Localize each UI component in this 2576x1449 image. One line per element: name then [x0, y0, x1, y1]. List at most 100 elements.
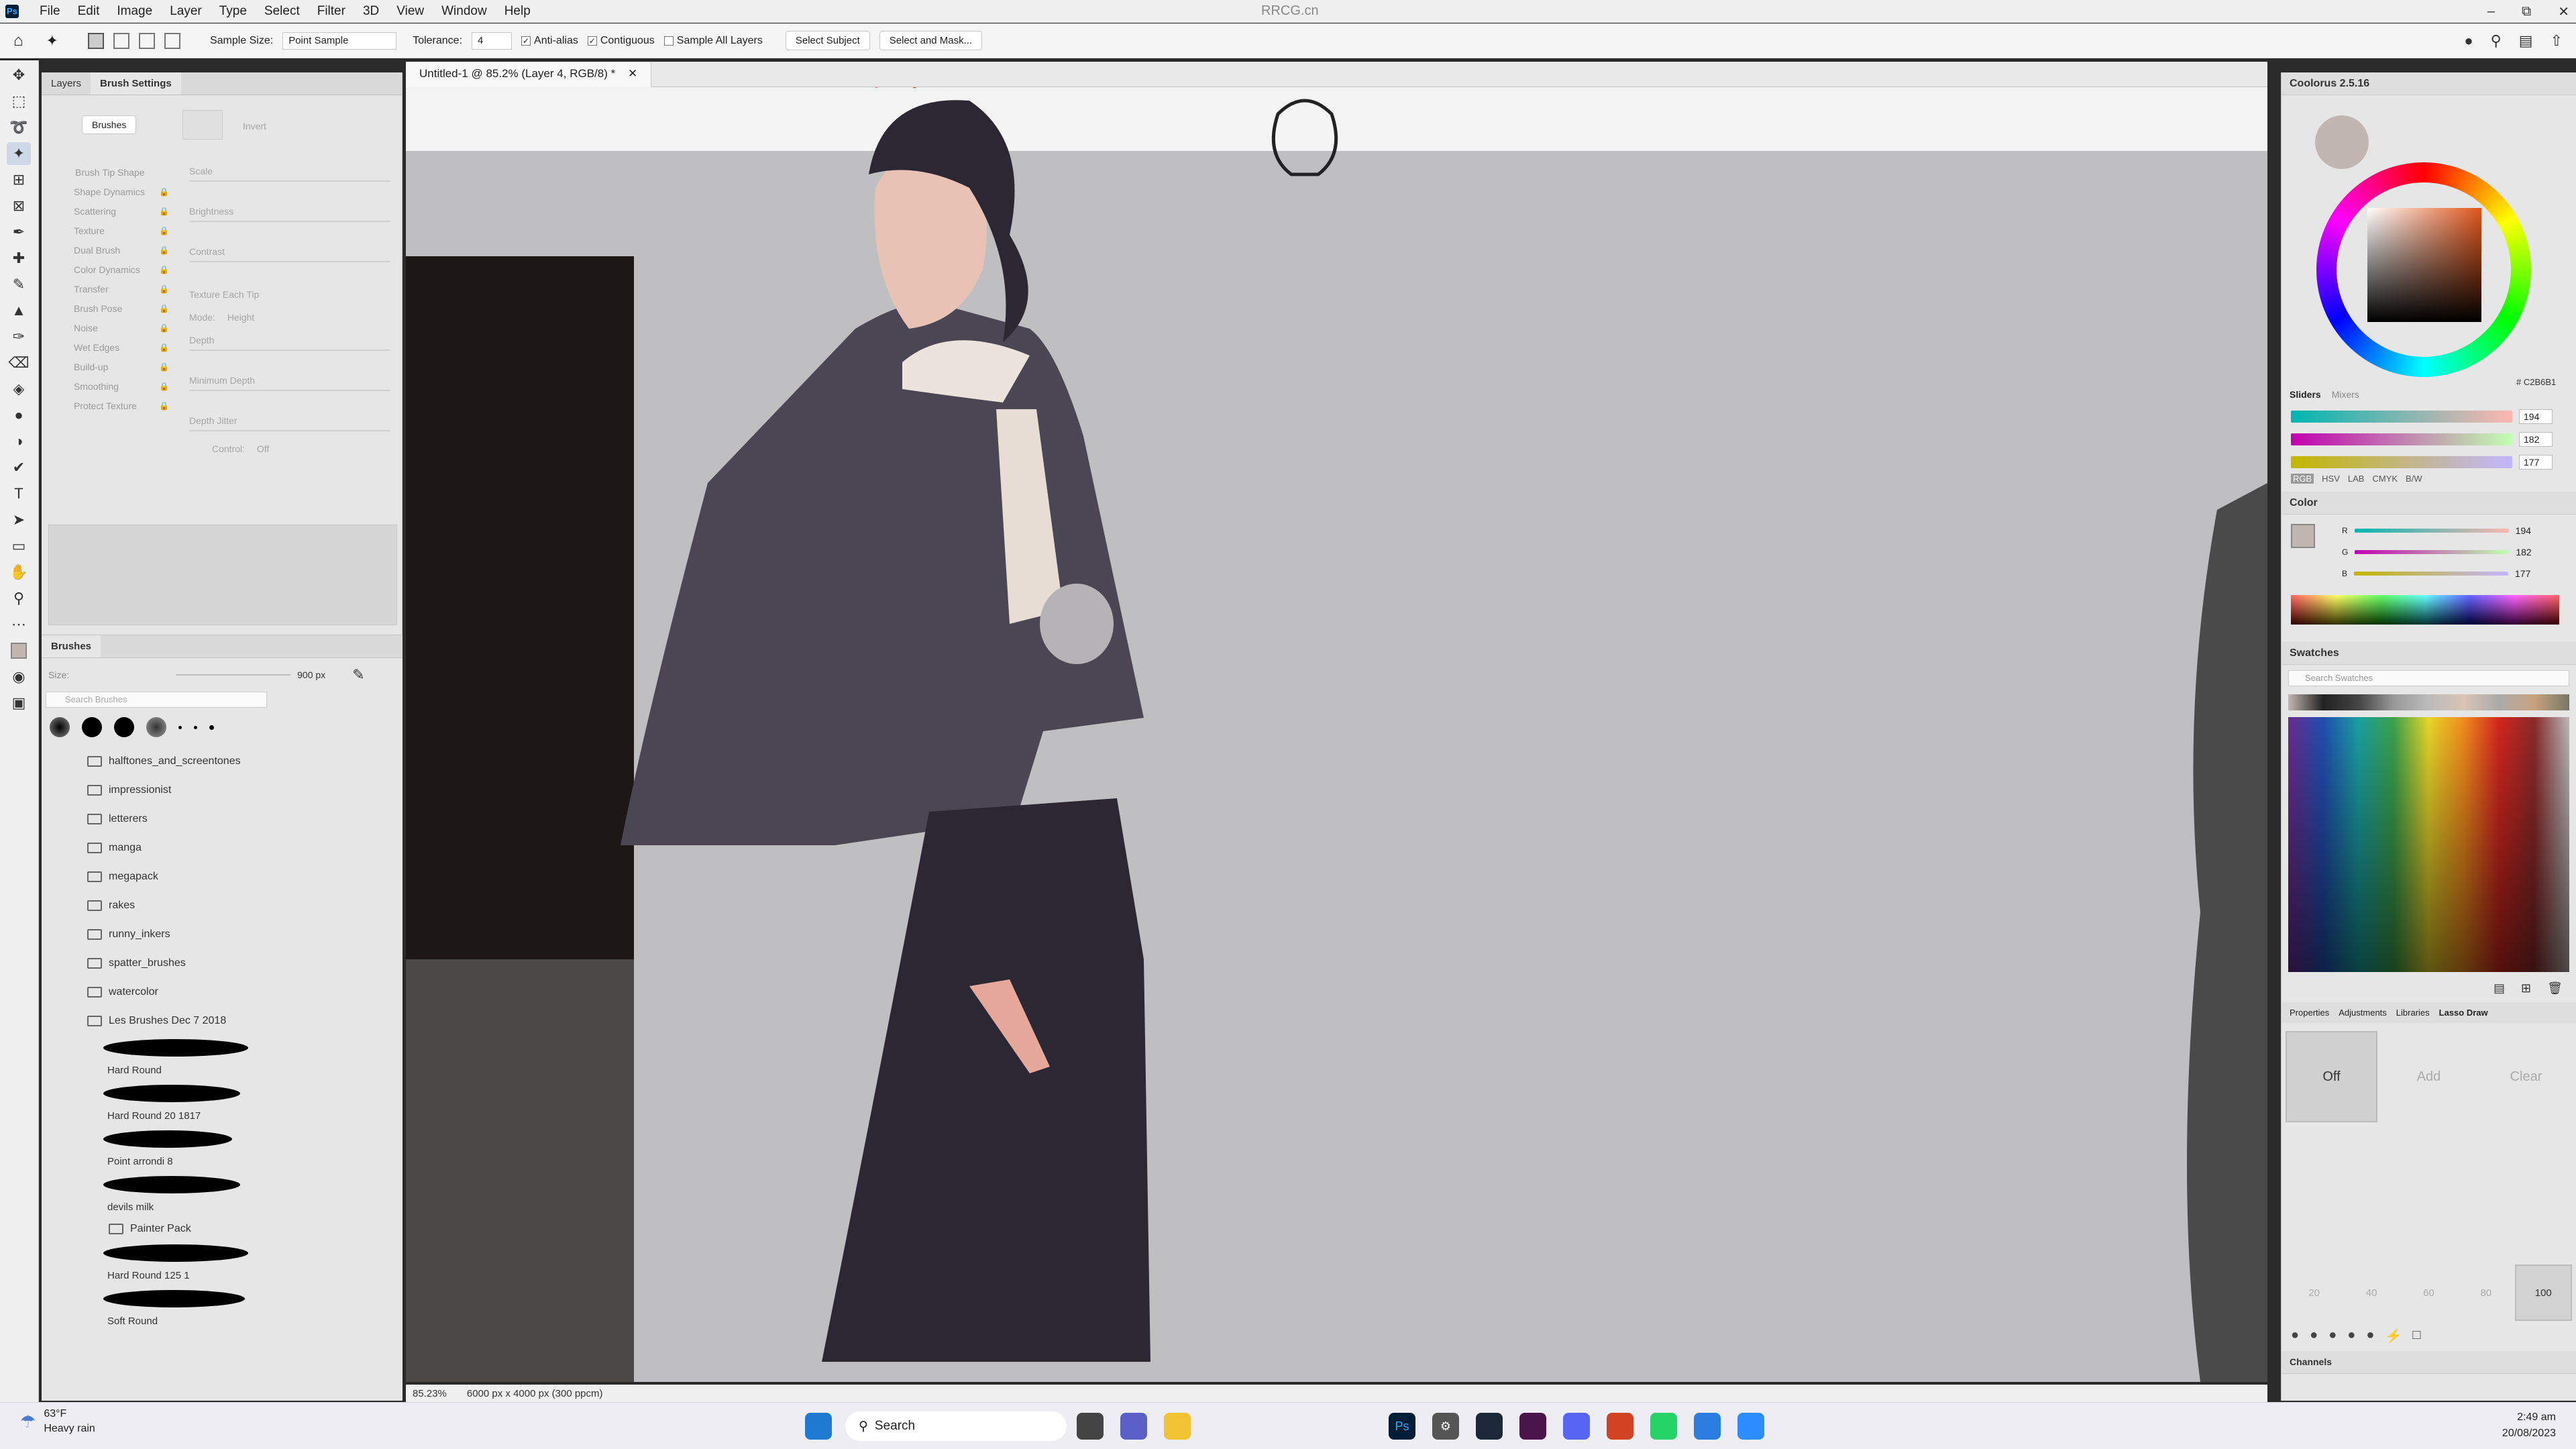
lock-icon[interactable]: 🔒	[159, 382, 169, 391]
type-tool-icon[interactable]: T	[7, 482, 31, 505]
add-selection-icon[interactable]	[113, 32, 129, 49]
marquee-tool-icon[interactable]: ⬚	[7, 90, 31, 113]
menu-select[interactable]: Select	[256, 4, 309, 19]
lock-icon[interactable]: 🔒	[159, 323, 169, 333]
transform-icon[interactable]: □	[2412, 1328, 2420, 1344]
tolerance-input[interactable]: 4	[472, 32, 513, 50]
menu-edit[interactable]: Edit	[69, 4, 109, 19]
list-item[interactable]: Painter Pack	[42, 1218, 402, 1240]
bucket-tool-icon[interactable]: ◈	[7, 378, 31, 400]
lock-icon[interactable]: 🔒	[159, 265, 169, 274]
select-and-mask-button[interactable]: Select and Mask...	[879, 31, 983, 50]
document-tab[interactable]: Untitled-1 @ 85.2% (Layer 4, RGB/8) * ✕	[406, 62, 652, 87]
lock-icon[interactable]: 🔒	[159, 304, 169, 313]
list-item[interactable]: letterers	[42, 804, 402, 833]
brush-item[interactable]: Point arrondi 8	[42, 1126, 402, 1172]
fg-color-swatch[interactable]	[2291, 524, 2315, 548]
zoom-app-icon[interactable]	[1737, 1413, 1764, 1440]
lock-icon[interactable]: 🔒	[159, 207, 169, 216]
magic-wand-tool-icon[interactable]: ✦	[7, 142, 31, 165]
lock-icon[interactable]: 🔒	[159, 343, 169, 352]
lasso-add-button[interactable]: Add	[2383, 1031, 2475, 1122]
texture-each-tip-checkbox[interactable]: Texture Each Tip	[189, 289, 390, 300]
history-brush-icon[interactable]: ✑	[7, 325, 31, 348]
opacity-100-button[interactable]: 100	[2514, 1265, 2572, 1321]
add-icon[interactable]: ⊞	[2521, 981, 2531, 996]
more-tools-icon[interactable]: ⋯	[7, 613, 31, 636]
invert-label[interactable]: Invert	[243, 121, 266, 131]
recent-brush-icon[interactable]	[50, 717, 70, 737]
home-icon[interactable]: ⌂	[13, 32, 23, 50]
contiguous-checkbox[interactable]: ✓ Contiguous	[587, 35, 655, 47]
size-slider[interactable]	[176, 674, 291, 676]
list-item[interactable]: runny_inkers	[42, 920, 402, 949]
list-item[interactable]: Protect Texture 🔒	[42, 396, 176, 415]
search-brushes-input[interactable]: Search Brushes	[46, 692, 267, 708]
list-item[interactable]: Scattering 🔒	[42, 201, 176, 221]
menu-3d[interactable]: 3D	[354, 4, 388, 19]
brush-item[interactable]: Hard Round 20 1817	[42, 1081, 402, 1126]
channels-title[interactable]: Channels	[2282, 1351, 2576, 1374]
new-brush-icon[interactable]: ✎	[352, 666, 364, 684]
list-item[interactable]: Smoothing 🔒	[42, 376, 176, 396]
slack-icon[interactable]	[1519, 1413, 1546, 1440]
recent-brush-icon[interactable]	[209, 724, 214, 730]
brightness-slider[interactable]	[189, 221, 390, 222]
list-item[interactable]: Shape Dynamics 🔒	[42, 182, 176, 201]
anti-alias-checkbox[interactable]: ✓ Anti-alias	[521, 35, 578, 47]
stamp-tool-icon[interactable]: ▲	[7, 299, 31, 322]
opacity-20-button[interactable]: 20	[2286, 1265, 2343, 1321]
menu-layer[interactable]: Layer	[161, 4, 211, 19]
file-explorer-icon[interactable]	[1164, 1413, 1191, 1440]
list-item[interactable]: Transfer 🔒	[42, 279, 176, 299]
list-item[interactable]: Noise 🔒	[42, 318, 176, 337]
eyedropper-tool-icon[interactable]: ✒	[7, 221, 31, 244]
delete-icon[interactable]: 🗑	[2547, 981, 2563, 996]
mode-rgb[interactable]: RGB	[2291, 474, 2314, 484]
search-swatches-input[interactable]: Search Swatches	[2288, 670, 2569, 686]
recent-brush-icon[interactable]	[178, 725, 182, 729]
tab-libraries[interactable]: Libraries	[2396, 1008, 2430, 1018]
discord-icon[interactable]	[1563, 1413, 1590, 1440]
lock-icon[interactable]: 🔒	[159, 226, 169, 235]
mode-hsv[interactable]: HSV	[2322, 474, 2340, 484]
slider-blue[interactable]: 177	[2282, 451, 2576, 474]
mode-lab[interactable]: LAB	[2348, 474, 2365, 484]
windows-start-icon[interactable]	[805, 1413, 832, 1440]
lasso-clear-button[interactable]: Clear	[2480, 1031, 2572, 1122]
tab-sliders[interactable]: Sliders	[2290, 389, 2321, 400]
tab-adjustments[interactable]: Adjustments	[2339, 1008, 2387, 1018]
path-select-tool-icon[interactable]: ➤	[7, 508, 31, 531]
recent-brush-icon[interactable]	[114, 717, 134, 737]
list-item[interactable]: Brush Tip Shape	[42, 162, 176, 182]
pen-tool-icon[interactable]: ✔	[7, 456, 31, 479]
lasso-off-button[interactable]: Off	[2286, 1031, 2378, 1122]
contrast-slider[interactable]	[189, 261, 390, 262]
workspace-icon[interactable]: ▤	[2519, 32, 2533, 50]
sample-size-select[interactable]: Point Sample	[282, 32, 397, 50]
menu-image[interactable]: Image	[108, 4, 161, 19]
teams-icon[interactable]	[1120, 1413, 1147, 1440]
frame-tool-icon[interactable]: ⊠	[7, 195, 31, 217]
lightning-icon[interactable]: ⚡	[2385, 1328, 2402, 1344]
select-subject-button[interactable]: Select Subject	[785, 31, 870, 50]
list-item[interactable]: manga	[42, 833, 402, 862]
photoshop-icon[interactable]: Ps	[1389, 1413, 1415, 1440]
magic-wand-icon[interactable]: ✦	[46, 32, 58, 50]
menu-type[interactable]: Type	[211, 4, 256, 19]
minimum-depth-slider[interactable]	[189, 390, 390, 391]
close-icon[interactable]: ✕	[2558, 3, 2569, 20]
share-icon[interactable]: ⇧	[2551, 32, 2563, 50]
brush-item[interactable]: Hard Round	[42, 1035, 402, 1081]
size-value[interactable]: 900 px	[297, 669, 325, 680]
recent-brush-icon[interactable]	[194, 725, 197, 729]
list-item[interactable]: rakes	[42, 891, 402, 920]
lock-icon[interactable]: 🔒	[159, 246, 169, 255]
spectrum-bar[interactable]	[2291, 595, 2559, 625]
brushes-button[interactable]: Brushes	[82, 115, 137, 134]
steam-icon[interactable]	[1476, 1413, 1503, 1440]
tab-mixers[interactable]: Mixers	[2332, 389, 2359, 400]
brush-dot-icon[interactable]: ●	[2310, 1328, 2318, 1344]
menu-view[interactable]: View	[388, 4, 433, 19]
zoom-tool-icon[interactable]: ⚲	[7, 587, 31, 610]
